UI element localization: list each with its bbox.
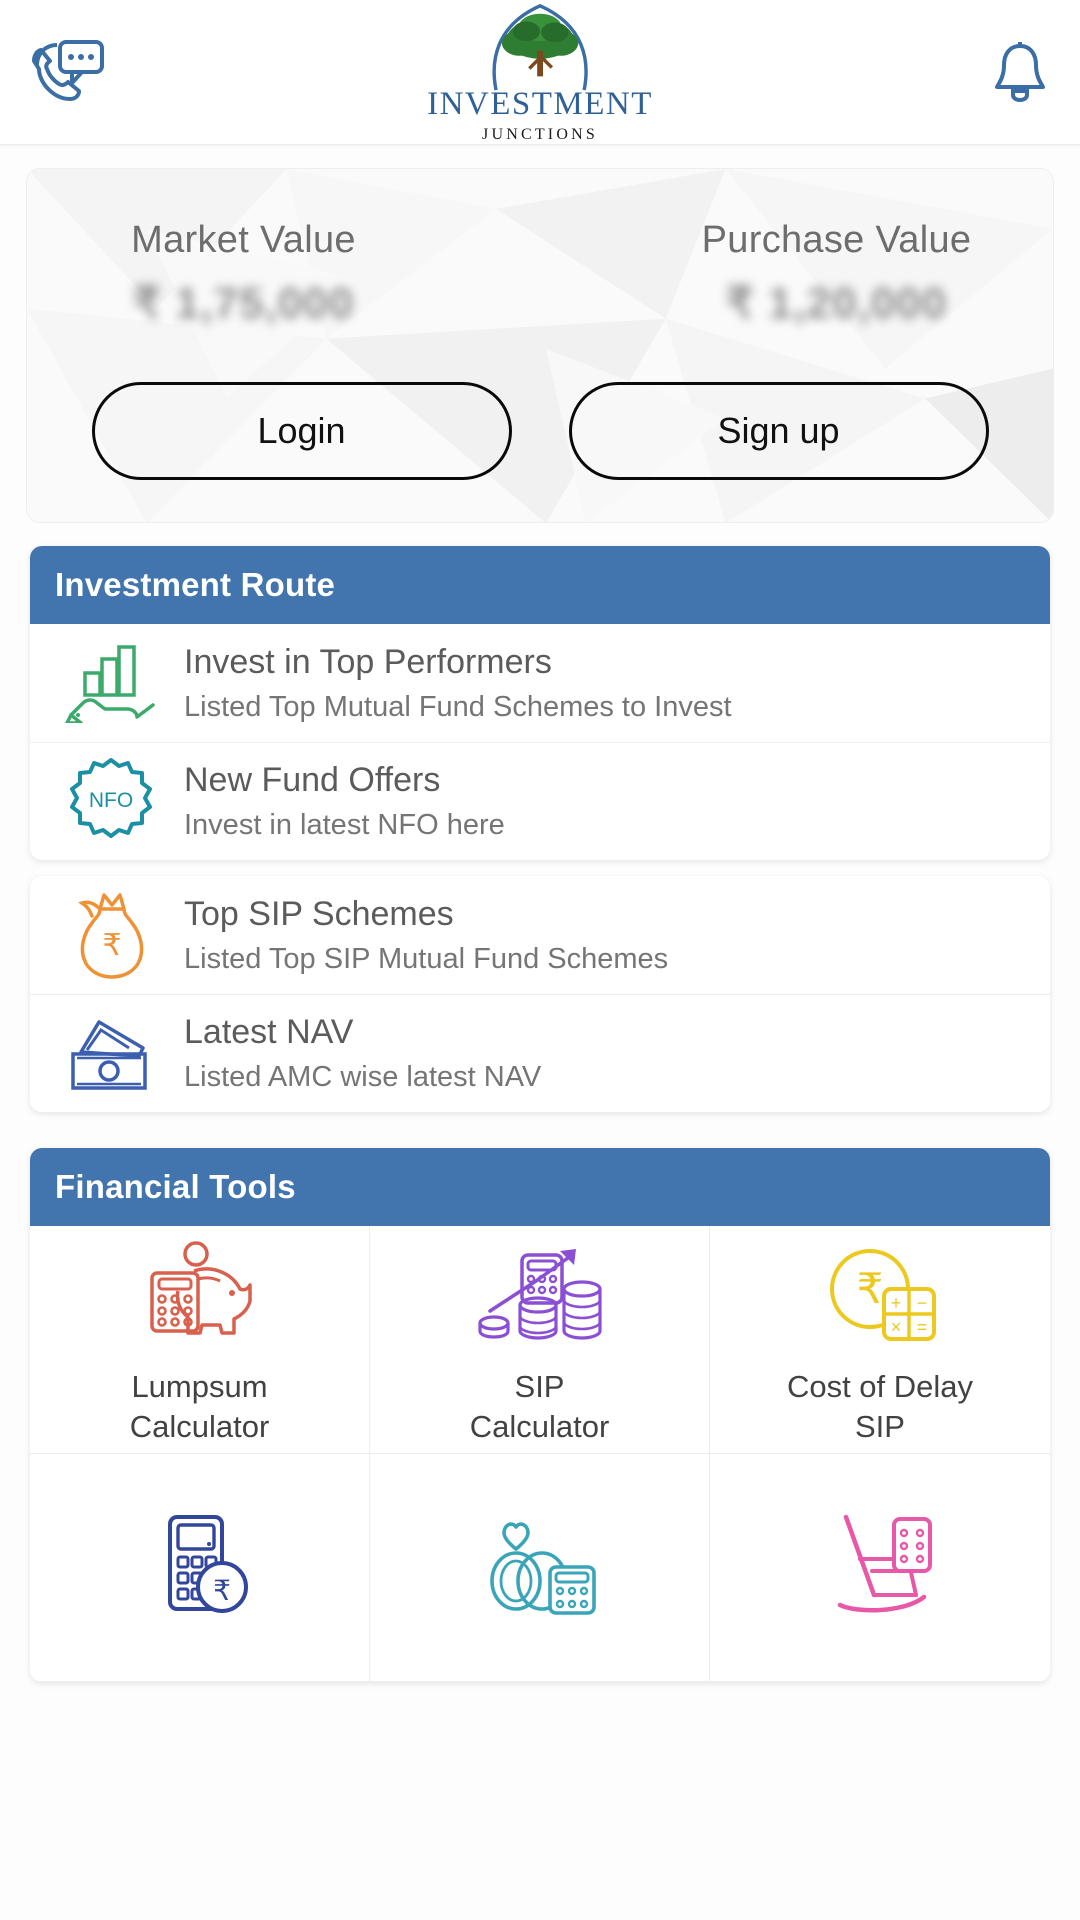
- signup-button[interactable]: Sign up: [568, 382, 989, 480]
- row-text: New Fund Offers Invest in latest NFO her…: [166, 760, 505, 842]
- row-invest-top-performers[interactable]: Invest in Top Performers Listed Top Mutu…: [30, 624, 1050, 742]
- row-subtitle: Listed Top Mutual Fund Schemes to Invest: [184, 690, 732, 723]
- tool-marriage-calculator[interactable]: [370, 1454, 710, 1682]
- portfolio-values: Market Value ₹ 1,75,000 Purchase Value ₹…: [27, 219, 1053, 329]
- tool-lumpsum-calculator[interactable]: Lumpsum Calculator: [30, 1226, 370, 1454]
- row-subtitle: Listed Top SIP Mutual Fund Schemes: [184, 942, 669, 975]
- financial-tools-header: Financial Tools: [30, 1148, 1050, 1226]
- row-title: New Fund Offers: [184, 761, 441, 800]
- support-chat-button[interactable]: [32, 39, 122, 105]
- svg-text:−: −: [917, 1293, 928, 1313]
- piggy-bank-calculator-icon: [136, 1239, 264, 1347]
- calculator-rupee-coin-icon: ₹: [136, 1507, 264, 1615]
- purchase-value-block: Purchase Value ₹ 1,20,000: [550, 219, 1053, 329]
- investment-route-card: Investment Route Invest in Top Performer…: [30, 546, 1050, 860]
- tool-label-line2: SIP: [855, 1408, 905, 1444]
- money-bag-rupee-icon: ₹: [56, 889, 166, 981]
- tool-label-line2: Calculator: [129, 1408, 270, 1444]
- svg-text:×: ×: [891, 1317, 902, 1337]
- portfolio-summary-card: Market Value ₹ 1,75,000 Purchase Value ₹…: [26, 168, 1054, 523]
- svg-text:₹: ₹: [213, 1575, 231, 1606]
- row-new-fund-offers[interactable]: NFO New Fund Offers Invest in latest NFO…: [30, 742, 1050, 860]
- market-value-amount: ₹ 1,75,000: [132, 279, 355, 328]
- auth-buttons: Login Sign up: [27, 382, 1053, 480]
- financial-tools-grid: Lumpsum Calculator SIP Calculator ₹ + − …: [30, 1226, 1050, 1682]
- market-value-label: Market Value: [131, 219, 356, 261]
- financial-tools-card: Financial Tools Lumpsum Calculator SIP C…: [30, 1148, 1050, 1682]
- svg-text:=: =: [917, 1317, 928, 1337]
- svg-text:₹: ₹: [857, 1265, 884, 1312]
- rocking-chair-calculator-icon: [816, 1507, 944, 1615]
- tool-label-line1: Cost of Delay: [786, 1368, 974, 1404]
- tool-label: Lumpsum Calculator: [130, 1367, 270, 1446]
- purchase-value-label: Purchase Value: [701, 219, 972, 261]
- tool-label-line1: SIP: [514, 1368, 565, 1404]
- row-title: Latest NAV: [184, 1013, 354, 1052]
- tool-retirement-calculator[interactable]: [710, 1454, 1050, 1682]
- row-latest-nav[interactable]: Latest NAV Listed AMC wise latest NAV: [30, 994, 1050, 1112]
- tool-label-line2: Calculator: [469, 1408, 610, 1444]
- login-button[interactable]: Login: [91, 382, 512, 480]
- logo-name: INVESTMENT: [427, 86, 653, 122]
- bell-icon: [995, 42, 1045, 103]
- tool-label: Cost of Delay SIP: [787, 1367, 973, 1446]
- coin-stack-calculator-icon: [476, 1239, 604, 1347]
- nfo-badge-icon: NFO: [56, 757, 166, 847]
- row-title: Top SIP Schemes: [184, 894, 454, 933]
- investment-route-header: Investment Route: [30, 546, 1050, 624]
- cash-notes-icon: [56, 1014, 166, 1094]
- tool-cost-of-delay-sip[interactable]: ₹ + − × = Cost of Delay SIP: [710, 1226, 1050, 1454]
- tree-logo-icon: [492, 3, 588, 91]
- row-text: Invest in Top Performers Listed Top Mutu…: [166, 642, 732, 724]
- app-header: INVESTMENT JUNCTIONS: [0, 0, 1080, 145]
- tool-label-line1: Lumpsum: [131, 1368, 268, 1404]
- tool-sip-calculator[interactable]: SIP Calculator: [370, 1226, 710, 1454]
- row-subtitle: Invest in latest NFO here: [184, 809, 505, 842]
- logo-subtitle: JUNCTIONS: [482, 126, 598, 143]
- wedding-rings-calculator-icon: [476, 1507, 604, 1615]
- schemes-card: ₹ Top SIP Schemes Listed Top SIP Mutual …: [30, 876, 1050, 1112]
- market-value-block: Market Value ₹ 1,75,000: [27, 219, 550, 329]
- purchase-value-amount: ₹ 1,20,000: [725, 279, 948, 328]
- financial-tools-title: Financial Tools: [55, 1168, 296, 1205]
- app-root: INVESTMENT JUNCTIONS Market Value ₹ 1,75…: [0, 0, 1080, 1920]
- app-logo: INVESTMENT JUNCTIONS: [427, 0, 653, 144]
- svg-text:₹: ₹: [102, 929, 121, 962]
- row-title: Invest in Top Performers: [184, 642, 552, 681]
- tool-label: SIP Calculator: [470, 1367, 610, 1446]
- notifications-button[interactable]: [958, 41, 1048, 103]
- investment-route-title: Investment Route: [55, 566, 336, 603]
- svg-text:NFO: NFO: [89, 789, 133, 812]
- svg-text:+: +: [891, 1293, 902, 1313]
- tool-emi-calculator[interactable]: ₹: [30, 1454, 370, 1682]
- rupee-coin-calculator-icon: ₹ + − × =: [816, 1239, 944, 1347]
- row-text: Latest NAV Listed AMC wise latest NAV: [166, 1012, 541, 1094]
- row-top-sip-schemes[interactable]: ₹ Top SIP Schemes Listed Top SIP Mutual …: [30, 876, 1050, 994]
- row-text: Top SIP Schemes Listed Top SIP Mutual Fu…: [166, 894, 668, 976]
- hand-bar-chart-icon: [56, 643, 166, 723]
- row-subtitle: Listed AMC wise latest NAV: [184, 1061, 542, 1094]
- phone-chat-icon: [32, 40, 104, 101]
